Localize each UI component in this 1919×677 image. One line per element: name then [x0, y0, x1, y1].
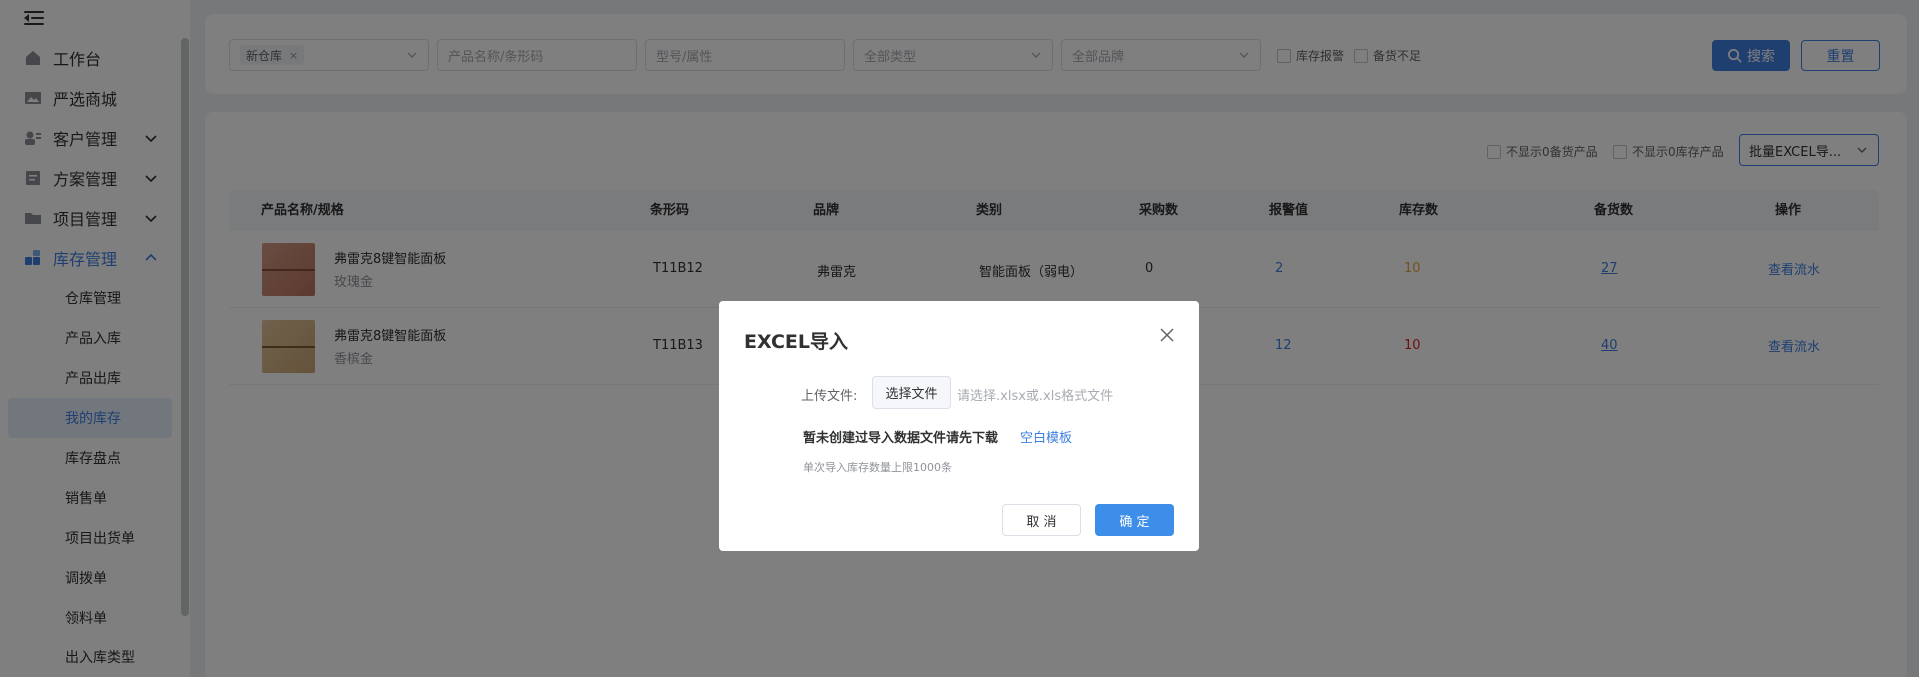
confirm-button[interactable]: 确 定	[1095, 504, 1174, 536]
confirm-button-label: 确 定	[1119, 514, 1150, 530]
import-limit-note: 单次导入库存数量上限1000条	[803, 461, 952, 474]
cancel-button[interactable]: 取 消	[1002, 504, 1081, 536]
file-format-hint: 请选择.xlsx或.xls格式文件	[957, 389, 1114, 404]
dialog-title: EXCEL导入	[744, 331, 848, 353]
choose-file-label: 选择文件	[885, 387, 938, 402]
blank-template-link[interactable]: 空白模板	[1020, 427, 1072, 446]
close-icon[interactable]	[1159, 327, 1175, 343]
upload-label: 上传文件:	[801, 389, 858, 404]
template-instruction: 暂未创建过导入数据文件请先下载	[803, 431, 999, 446]
cancel-button-label: 取 消	[1026, 514, 1057, 530]
excel-import-dialog: EXCEL导入 上传文件: 选择文件 请选择.xlsx或.xls格式文件 暂未创…	[719, 301, 1199, 551]
choose-file-button[interactable]: 选择文件	[872, 376, 951, 409]
